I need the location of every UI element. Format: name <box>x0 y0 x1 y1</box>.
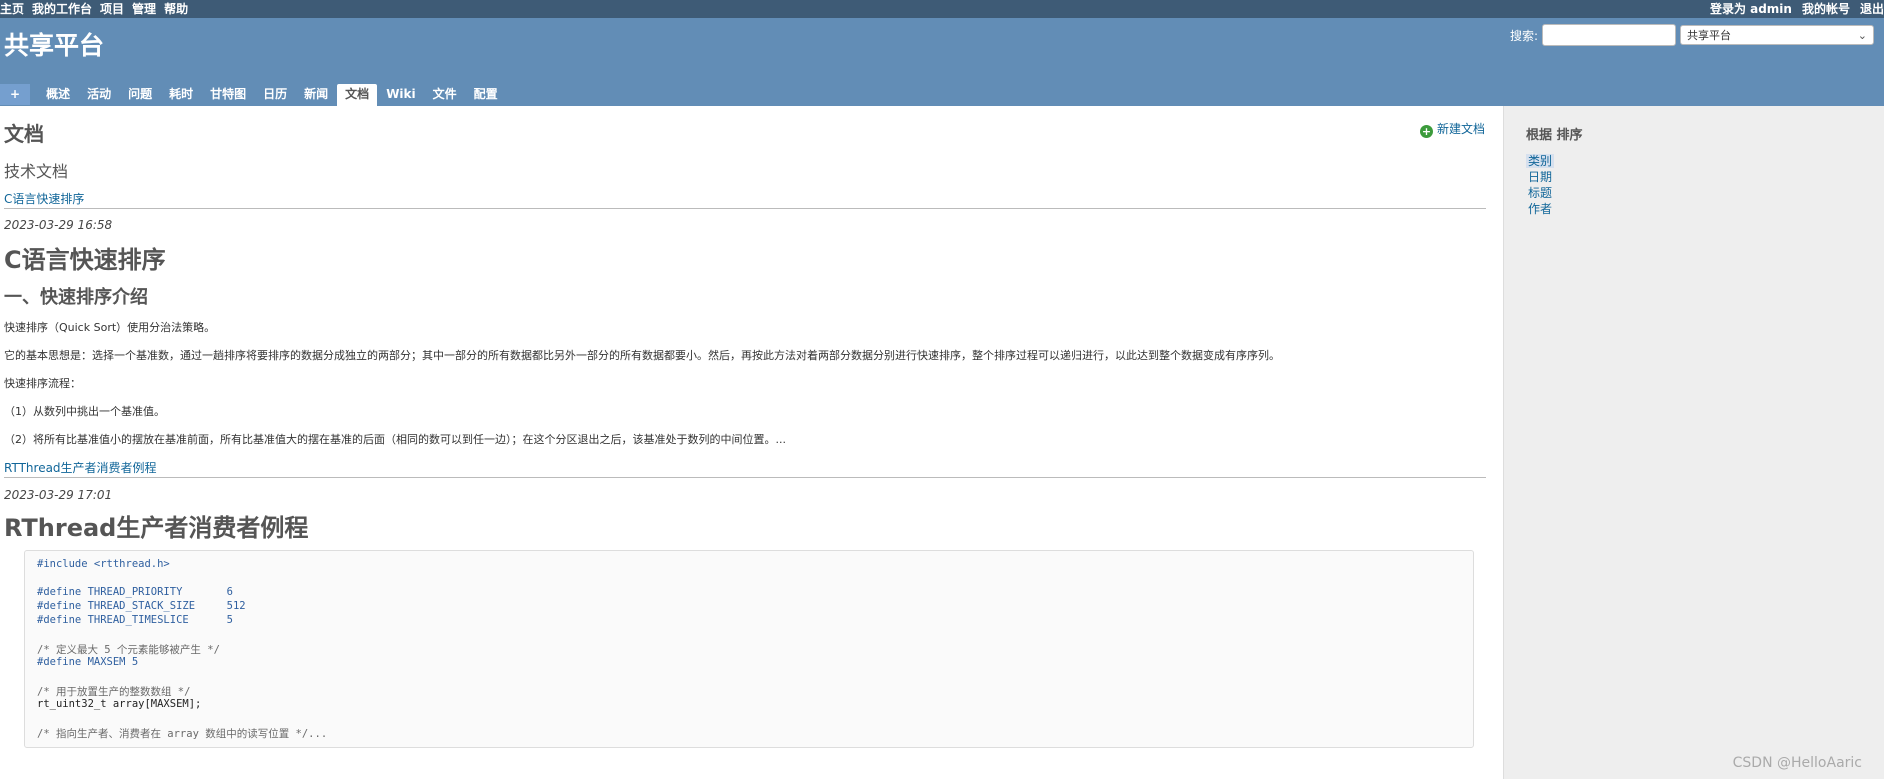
tab-files[interactable]: 文件 <box>425 84 465 105</box>
tab-issues[interactable]: 问题 <box>120 84 160 105</box>
document-link-row: C语言快速排序 <box>4 191 1486 209</box>
document-link-row: RTThread生产者消费者例程 <box>4 460 1486 478</box>
tab-news[interactable]: 新闻 <box>296 84 336 105</box>
logged-in-as: 登录为 admin <box>1709 2 1792 16</box>
tab-time-entries[interactable]: 耗时 <box>161 84 201 105</box>
top-link-home[interactable]: 主页 <box>0 2 24 16</box>
document-paragraph: 它的基本思想是：选择一个基准数，通过一趟排序将要排序的数据分成独立的两部分；其中… <box>4 349 1280 362</box>
sort-option-date[interactable]: 日期 <box>1524 169 1556 185</box>
tab-gantt[interactable]: 甘特图 <box>202 84 254 105</box>
new-document-label: 新建文档 <box>1437 122 1486 136</box>
project-jump-value: 共享平台 <box>1687 29 1731 42</box>
new-document-link[interactable]: + 新建文档 <box>1420 120 1485 138</box>
top-menu-left: 主页 我的工作台 项目 管理 帮助 <box>0 0 196 18</box>
tab-documents[interactable]: 文档 <box>337 84 378 106</box>
code-line: #include <rtthread.h> <box>37 558 170 570</box>
code-line: #define MAXSEM 5 <box>37 656 139 668</box>
document-link[interactable]: RTThread生产者消费者例程 <box>4 461 157 475</box>
document-title: RThread生产者消费者例程 <box>4 514 309 542</box>
watermark: CSDN @HelloAaric <box>1732 755 1862 771</box>
top-link-projects[interactable]: 项目 <box>100 2 124 16</box>
code-line: #define THREAD_STACK_SIZE 512 <box>37 600 246 612</box>
code-line: /* 用于放置生产的整数数组 */ <box>37 686 191 698</box>
tab-calendar[interactable]: 日历 <box>255 84 295 105</box>
document-paragraph: （1）从数列中挑出一个基准值。 <box>4 405 165 418</box>
code-block: #include <rtthread.h> #define THREAD_PRI… <box>24 550 1474 748</box>
code-line: #define THREAD_PRIORITY 6 <box>37 586 233 598</box>
document-paragraph: 快速排序（Quick Sort）使用分治法策略。 <box>4 321 216 334</box>
top-menu: 主页 我的工作台 项目 管理 帮助 登录为 admin 我的帐号 退出 <box>0 0 1884 18</box>
sort-option-label: 作者 <box>1528 202 1553 216</box>
code-line: rt_uint32_t array[MAXSEM]; <box>37 698 202 710</box>
document-title: C语言快速排序 <box>4 246 166 274</box>
tab-overview[interactable]: 概述 <box>38 84 78 105</box>
project-jump-select[interactable]: 共享平台 ⌄ <box>1680 25 1874 45</box>
sort-option-label: 标题 <box>1528 186 1553 200</box>
document-paragraph: 快速排序流程： <box>4 377 81 390</box>
main-menu: + 概述 活动 问题 耗时 甘特图 日历 新闻 文档 Wiki 文件 配置 <box>0 84 507 106</box>
document-link[interactable]: C语言快速排序 <box>4 192 84 206</box>
sidebar: 根据 排序 类别 日期 标题 作者 <box>1503 106 1884 779</box>
sidebar-title: 根据 排序 <box>1526 128 1583 143</box>
header: 共享平台 搜索: 共享平台 ⌄ + 概述 活动 问题 耗时 甘特图 日历 新闻 文档… <box>0 18 1884 106</box>
sort-option-category[interactable]: 类别 <box>1524 153 1556 169</box>
my-account-link[interactable]: 我的帐号 <box>1802 2 1850 16</box>
sort-option-label: 日期 <box>1528 170 1553 184</box>
sort-option-label: 类别 <box>1526 154 1555 168</box>
search-label: 搜索: <box>1509 28 1538 43</box>
code-line: /* 指向生产者、消费者在 array 数组中的读写位置 */... <box>37 728 328 740</box>
document-heading: 一、快速排序介绍 <box>4 287 148 308</box>
search-input[interactable] <box>1542 24 1676 46</box>
sort-option-title[interactable]: 标题 <box>1524 185 1556 201</box>
chevron-down-icon: ⌄ <box>1857 29 1867 42</box>
sort-option-author[interactable]: 作者 <box>1524 201 1556 217</box>
tab-wiki[interactable]: Wiki <box>378 84 423 105</box>
document-date: 2023-03-29 17:01 <box>4 488 113 502</box>
top-link-admin[interactable]: 管理 <box>132 2 156 16</box>
code-line: /* 定义最大 5 个元素能够被产生 */ <box>37 644 220 656</box>
tab-activity[interactable]: 活动 <box>79 84 119 105</box>
sort-options: 类别 日期 标题 作者 <box>1524 153 1556 217</box>
top-link-my-page[interactable]: 我的工作台 <box>32 2 92 16</box>
logout-link[interactable]: 退出 <box>1860 2 1884 16</box>
category-title: 技术文档 <box>4 162 69 181</box>
top-menu-right: 登录为 admin 我的帐号 退出 <box>1700 0 1884 18</box>
top-link-help[interactable]: 帮助 <box>164 2 188 16</box>
project-title: 共享平台 <box>4 31 105 60</box>
quick-search: 搜索: 共享平台 ⌄ <box>1510 24 1874 46</box>
document-date: 2023-03-29 16:58 <box>4 218 113 232</box>
add-icon: + <box>1420 125 1433 138</box>
code-line: #define THREAD_TIMESLICE 5 <box>37 614 233 626</box>
document-paragraph: （2）将所有比基准值小的摆放在基准前面，所有比基准值大的摆在基准的后面（相同的数… <box>4 433 786 446</box>
new-object-button[interactable]: + <box>0 84 31 105</box>
tab-settings[interactable]: 配置 <box>466 84 506 105</box>
page-title: 文档 <box>4 122 44 146</box>
